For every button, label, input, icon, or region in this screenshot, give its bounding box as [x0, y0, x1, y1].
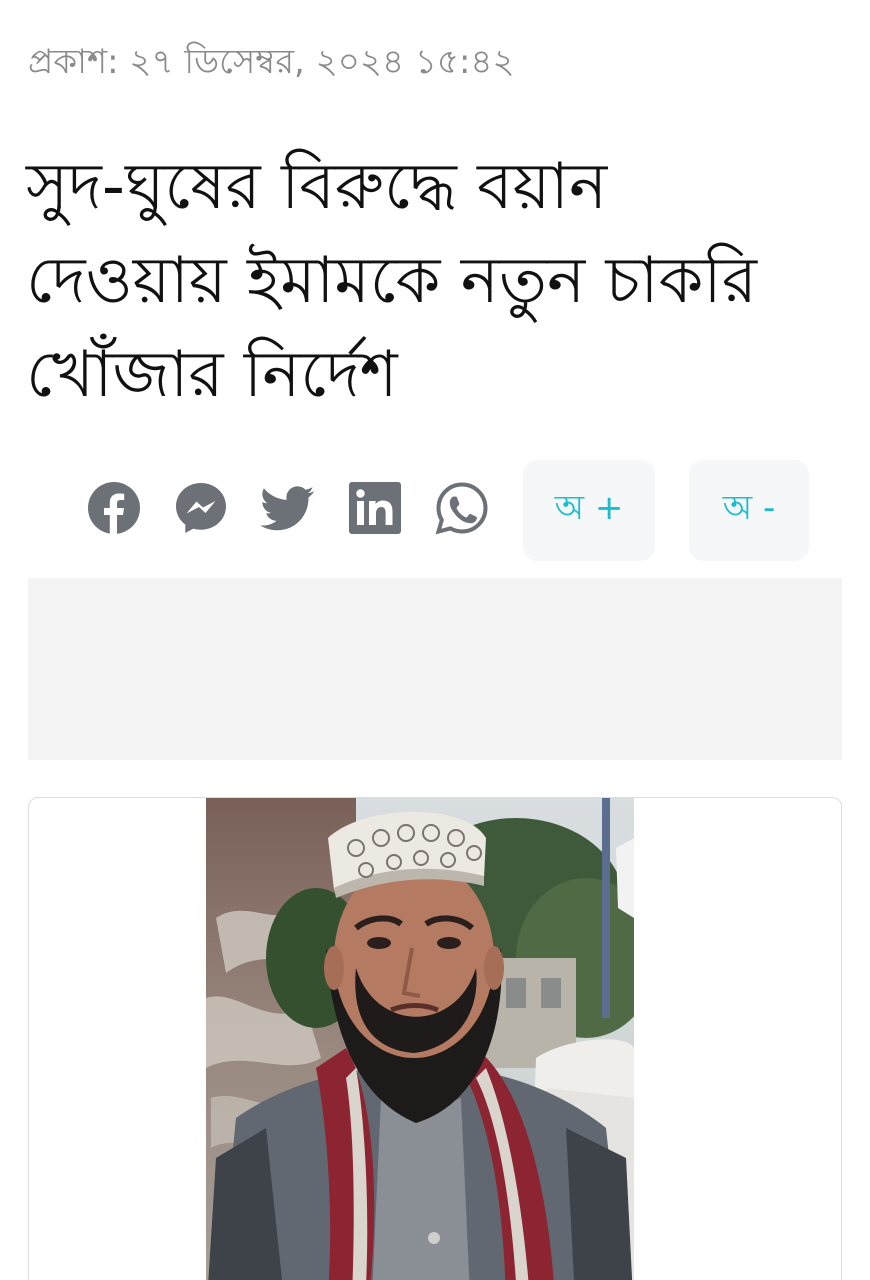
increase-font-button[interactable]: অ +	[523, 460, 655, 561]
share-bar	[86, 478, 521, 538]
publish-date: প্রকাশ: ২৭ ডিসেম্বর, ২০২৪ ১৫:৪২	[28, 42, 515, 82]
ad-placeholder	[28, 578, 842, 760]
decrease-font-button[interactable]: অ -	[689, 460, 809, 561]
twitter-icon[interactable]	[260, 480, 316, 536]
article-headline: সুদ-ঘুষের বিরুদ্ধে বয়ান দেওয়ায় ইমামকে…	[26, 150, 757, 412]
whatsapp-icon[interactable]	[434, 480, 490, 536]
featured-photo	[206, 798, 634, 1280]
messenger-icon[interactable]	[173, 480, 229, 536]
linkedin-icon[interactable]	[347, 480, 403, 536]
facebook-icon[interactable]	[86, 480, 142, 536]
featured-image-card	[28, 797, 842, 1280]
article-page: প্রকাশ: ২৭ ডিসেম্বর, ২০২৪ ১৫:৪২ সুদ-ঘুষে…	[0, 0, 870, 1280]
